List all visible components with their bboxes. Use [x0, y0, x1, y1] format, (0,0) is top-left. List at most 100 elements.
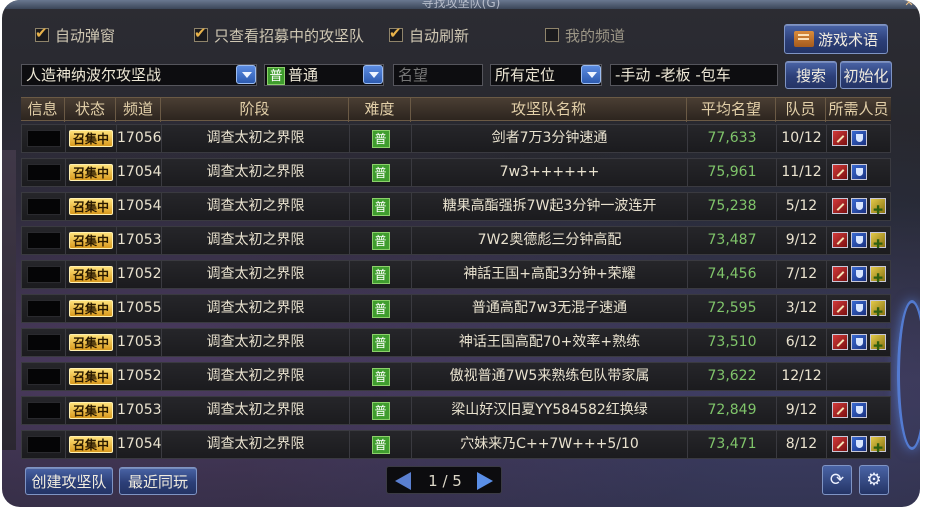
table-row[interactable]: 召集中 17054 调查太初之界限 普 7w3++++++ 75,961 11/12 [21, 158, 891, 187]
col-header-members[interactable]: 队员 [776, 98, 826, 122]
gear-icon[interactable]: ⚙ [859, 465, 889, 495]
role-icons [827, 363, 892, 368]
col-header-stage[interactable]: 阶段 [161, 98, 349, 122]
table-row[interactable]: 召集中 17053 调查太初之界限 普 梁山好汉旧夏YY584582红换绿 72,849 9… [21, 396, 891, 425]
plus-icon [870, 265, 886, 288]
difficulty-cell: 普 [350, 125, 412, 152]
fame-input[interactable] [393, 64, 483, 86]
channel-cell: 17053 [117, 329, 162, 356]
info-cell [22, 329, 66, 356]
status-cell: 召集中 [66, 295, 117, 322]
col-header-roles[interactable]: 所需人员 [826, 98, 891, 122]
fame-cell: 72,595 [688, 295, 777, 322]
plus-icon [870, 333, 886, 356]
raid-select-value: 人造神纳波尔攻坚战 [26, 66, 162, 84]
channel-cell: 17052 [117, 261, 162, 288]
create-raid-button[interactable]: 创建攻坚队 [25, 467, 113, 495]
table-row[interactable]: 召集中 17052 调查太初之界限 普 神話王国+高配3分钟+荣耀 74,456 7/12 [21, 260, 891, 289]
difficulty-cell: 普 [350, 261, 412, 288]
checkbox-box[interactable] [35, 24, 49, 42]
raid-name-cell: 7w3++++++ [412, 159, 688, 186]
fame-cell: 77,633 [688, 125, 777, 152]
position-select-chevron-down-icon[interactable] [581, 65, 601, 84]
info-box[interactable] [27, 402, 61, 419]
status-badge: 召集中 [69, 368, 113, 385]
members-cell: 7/12 [777, 261, 827, 288]
info-box[interactable] [27, 300, 61, 317]
next-page-icon[interactable] [477, 472, 493, 490]
stage-cell: 调查太初之界限 [162, 397, 350, 424]
reset-button[interactable]: 初始化 [840, 61, 892, 89]
table-row[interactable]: 召集中 17054 调查太初之界限 普 穴妹来乃C++7W+++5/10 73,471 8/… [21, 430, 891, 459]
refresh-icon[interactable]: ⟳ [822, 465, 852, 495]
auto-refresh-checkbox[interactable]: 自动刷新 [389, 24, 469, 46]
info-box[interactable] [27, 266, 61, 283]
keyword-input-value: -手动 -老板 -包车 [615, 66, 731, 84]
shield-icon [851, 334, 867, 350]
roles-cell [827, 363, 892, 390]
shield-icon [851, 266, 867, 282]
raid-select-chevron-down-icon[interactable] [236, 65, 256, 84]
col-header-difficulty[interactable]: 难度 [349, 98, 411, 122]
auto-popup-checkbox[interactable]: 自动弹窗 [35, 24, 115, 46]
fame-cell: 73,622 [688, 363, 777, 390]
info-box[interactable] [27, 232, 61, 249]
members-cell: 6/12 [777, 329, 827, 356]
only-recruiting-checkbox[interactable]: 只查看招募中的攻坚队 [194, 24, 364, 46]
col-header-channel[interactable]: 频道 [116, 98, 161, 122]
stage-cell: 调查太初之界限 [162, 431, 350, 458]
prev-page-icon[interactable] [395, 472, 411, 490]
table-row[interactable]: 召集中 17053 调查太初之界限 普 7W2奥德彪三分钟高配 73,487 9/12 [21, 226, 891, 255]
left-frame-decoration [2, 150, 16, 450]
difficulty-badge: 普 [371, 436, 390, 454]
raid-name-cell: 神话王国高配70+效率+熟练 [412, 329, 688, 356]
info-box[interactable] [27, 436, 61, 453]
game-terms-button[interactable]: 游戏术语 [784, 24, 888, 54]
checkbox-box[interactable] [389, 24, 403, 42]
col-header-status[interactable]: 状态 [65, 98, 116, 122]
difficulty-select-chevron-down-icon[interactable] [363, 65, 383, 84]
members-cell: 10/12 [777, 125, 827, 152]
my-channel-checkbox[interactable]: 我的频道 [545, 24, 625, 46]
info-box[interactable] [27, 130, 61, 147]
info-cell [22, 159, 66, 186]
info-box[interactable] [27, 368, 61, 385]
info-box[interactable] [27, 164, 61, 181]
checkbox-box[interactable] [545, 28, 559, 42]
fame-cell: 73,487 [688, 227, 777, 254]
table-row[interactable]: 召集中 17056 调查太初之界限 普 剑者7万3分钟速通 77,633 10/12 [21, 124, 891, 153]
position-select-value: 所有定位 [495, 66, 556, 84]
table-row[interactable]: 召集中 17054 调查太初之界限 普 糖果高酯强拆7W起3分钟一波连开 75,238 5/… [21, 192, 891, 221]
stage-cell: 调查太初之界限 [162, 363, 350, 390]
difficulty-cell: 普 [350, 363, 412, 390]
checkbox-box[interactable] [194, 24, 208, 42]
search-button[interactable]: 搜索 [785, 61, 837, 89]
recent-players-button[interactable]: 最近同玩 [119, 467, 197, 495]
table-row[interactable]: 召集中 17052 调查太初之界限 普 傲视普通7W5来熟练包队带家属 73,622 12/… [21, 362, 891, 391]
status-cell: 召集中 [66, 193, 117, 220]
col-header-fame[interactable]: 平均名望 [687, 98, 776, 122]
difficulty-cell: 普 [350, 431, 412, 458]
table-row[interactable]: 召集中 17053 调查太初之界限 普 神话王国高配70+效率+熟练 73,510 6/12 [21, 328, 891, 357]
status-badge: 召集中 [69, 402, 113, 419]
info-box[interactable] [27, 198, 61, 215]
table-row[interactable]: 召集中 17055 调查太初之界限 普 普通高配7w3无混子速通 72,595 3/12 [21, 294, 891, 323]
close-icon[interactable]: ✕ [902, 0, 916, 9]
status-badge: 召集中 [69, 334, 113, 351]
raid-select[interactable]: 人造神纳波尔攻坚战 [21, 64, 257, 86]
status-badge: 召集中 [69, 436, 113, 453]
col-header-info[interactable]: 信息 [21, 98, 65, 122]
difficulty-cell: 普 [350, 227, 412, 254]
role-icons [827, 397, 892, 418]
col-header-name[interactable]: 攻坚队名称 [411, 98, 687, 122]
plus-icon [870, 299, 886, 322]
difficulty-cell: 普 [350, 159, 412, 186]
roles-cell [827, 193, 892, 220]
channel-cell: 17054 [117, 159, 162, 186]
keyword-input[interactable]: -手动 -老板 -包车 [610, 64, 778, 86]
info-box[interactable] [27, 334, 61, 351]
raid-name-cell: 神話王国+高配3分钟+荣耀 [412, 261, 688, 288]
auto-refresh-label: 自动刷新 [409, 26, 470, 45]
stage-cell: 调查太初之界限 [162, 125, 350, 152]
roles-cell [827, 397, 892, 424]
